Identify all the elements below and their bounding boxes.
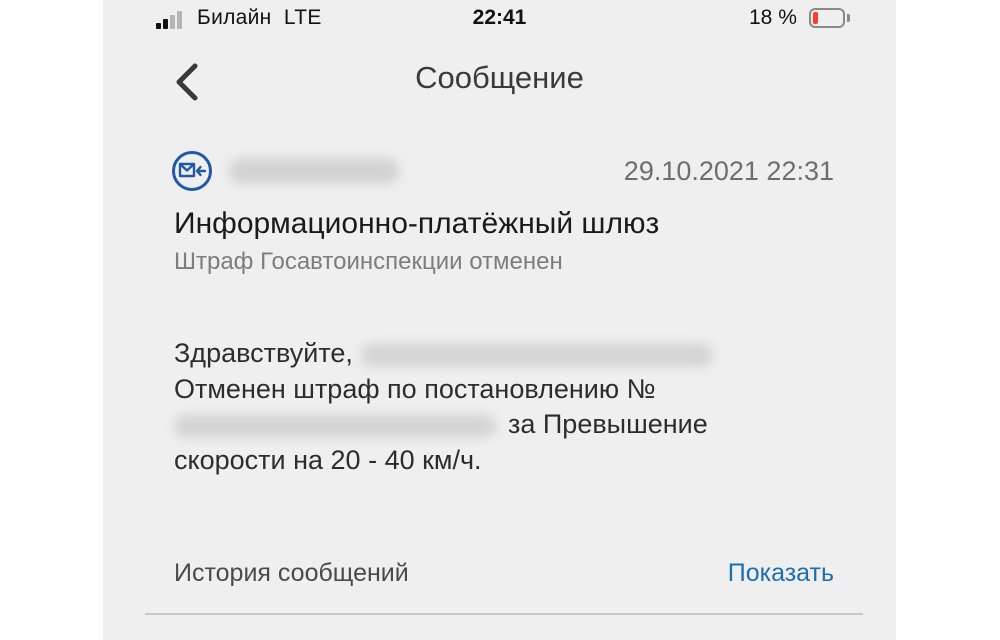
show-history-button[interactable]: Показать	[728, 559, 834, 588]
page-title: Сообщение	[415, 60, 584, 95]
body-line-4: скорости на 20 - 40 км/ч.	[174, 444, 482, 475]
status-bar: Билайн LTE 22:41 18 %	[103, 0, 896, 40]
message-body: Здравствуйте, Отменен штраф по постановл…	[174, 336, 794, 478]
message-date: 29.10.2021 22:31	[623, 156, 834, 186]
message-subtitle: Штраф Госавтоинспекции отменен	[174, 248, 563, 275]
sender-redacted	[229, 158, 399, 184]
divider	[145, 613, 863, 615]
message-title: Информационно-платёжный шлюз	[174, 207, 660, 240]
body-line-greeting: Здравствуйте,	[174, 336, 794, 372]
resolution-number-redacted	[174, 413, 496, 438]
body-line-2: Отменен штраф по постановлению №	[174, 373, 656, 404]
battery-icon	[809, 8, 845, 28]
message-screen: Билайн LTE 22:41 18 % Сообщение 29.10.20…	[103, 0, 896, 640]
recipient-name-redacted	[360, 342, 713, 367]
body-line-3-text: за Превышение	[508, 409, 708, 439]
body-line-3: за Превышение	[174, 407, 794, 443]
envelope-incoming-icon	[172, 151, 212, 191]
battery-level	[813, 12, 818, 24]
battery-percent: 18 %	[749, 6, 797, 29]
greeting-text: Здравствуйте,	[174, 338, 353, 368]
battery-cap	[847, 14, 850, 22]
history-label: История сообщений	[174, 559, 409, 587]
